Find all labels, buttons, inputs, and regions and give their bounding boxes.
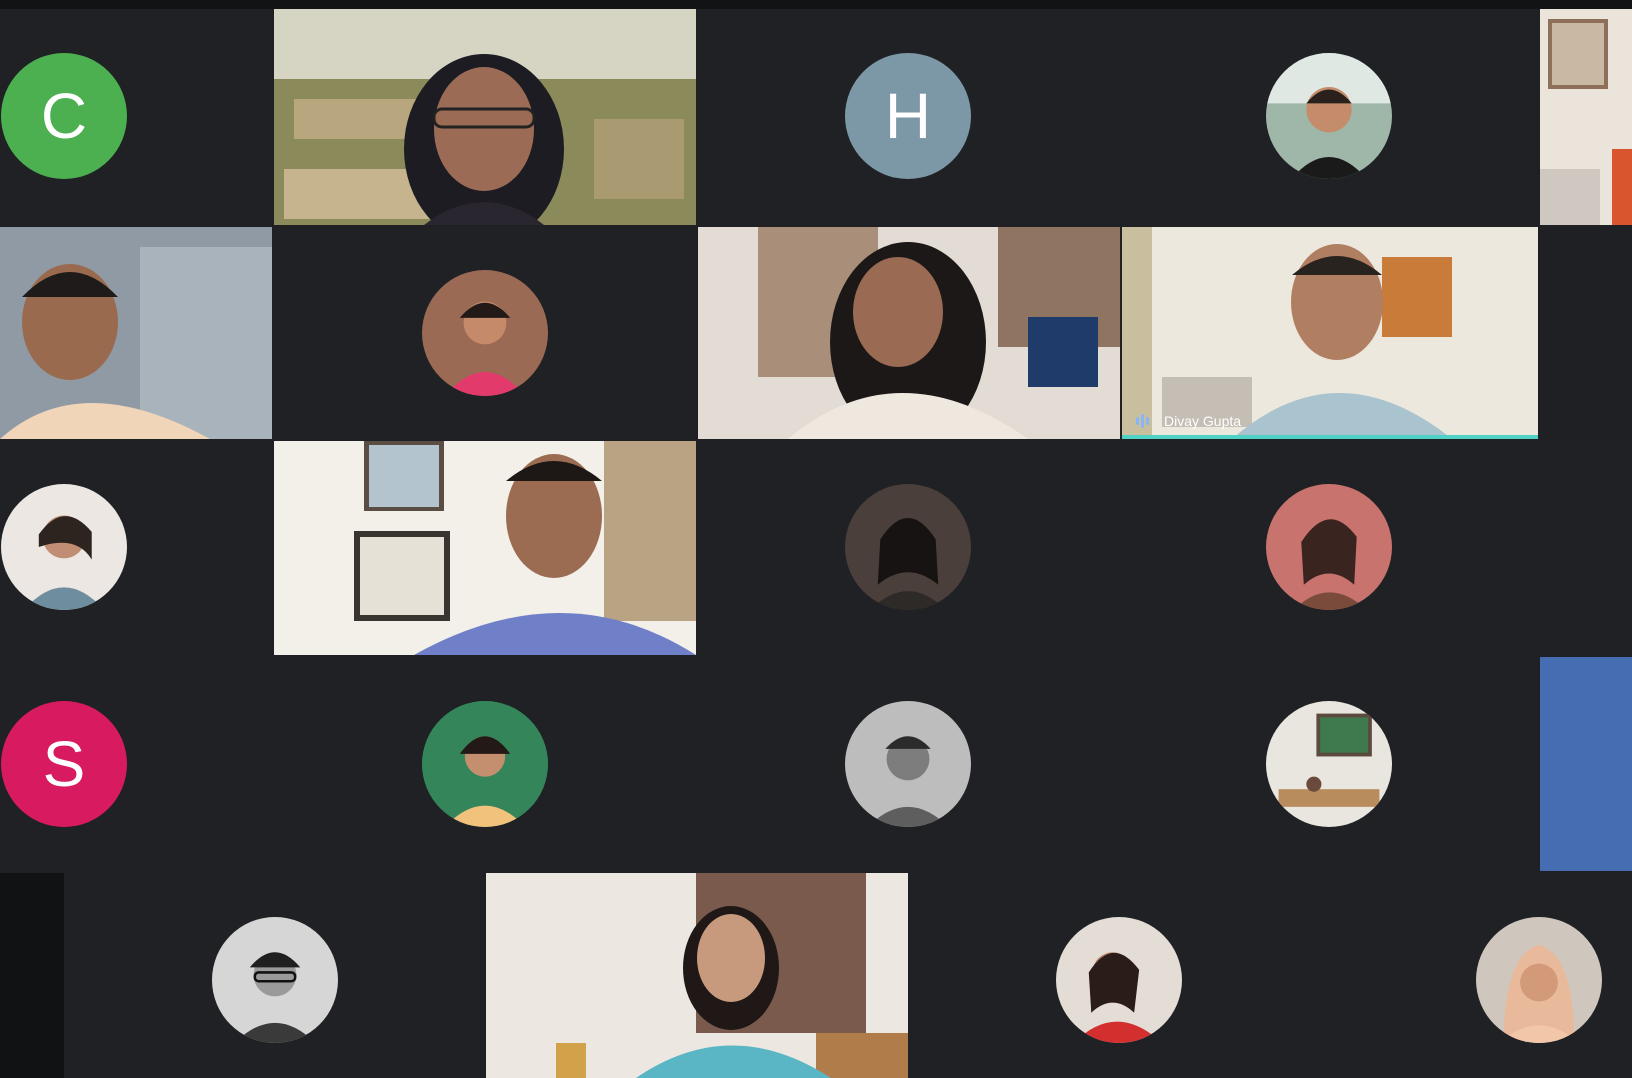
participant-tile-h[interactable]: H xyxy=(698,9,1120,225)
participant-tile-empty[interactable] xyxy=(1540,441,1632,655)
audio-level-icon xyxy=(1136,413,1154,429)
participant-tile-photo[interactable] xyxy=(910,873,1328,1078)
video-feed-painting-background xyxy=(274,9,696,225)
participant-tile-photo[interactable] xyxy=(1122,657,1538,871)
participant-tile-photo[interactable] xyxy=(1122,9,1538,225)
participant-video-tile-partial[interactable] xyxy=(1540,9,1632,225)
participant-video-tile-partial[interactable] xyxy=(1540,657,1632,871)
participant-tile-partial[interactable] xyxy=(0,873,64,1078)
participant-tile-photo[interactable] xyxy=(1330,873,1632,1078)
profile-photo-avatar xyxy=(1266,484,1392,610)
profile-photo-avatar xyxy=(1266,701,1392,827)
profile-photo-avatar xyxy=(845,484,971,610)
profile-photo-avatar xyxy=(1476,917,1602,1043)
participant-tile-photo[interactable] xyxy=(274,227,696,439)
profile-photo-avatar xyxy=(845,701,971,827)
profile-photo-avatar xyxy=(422,270,548,396)
avatar-initial: H xyxy=(845,53,971,179)
speaking-indicator xyxy=(1122,435,1538,439)
participant-video-tile[interactable] xyxy=(698,227,1120,439)
meeting-grid: C H Divay Gupta S xyxy=(0,0,1632,1078)
profile-photo-avatar xyxy=(212,917,338,1043)
speaker-name-label: Divay Gupta xyxy=(1136,413,1241,429)
avatar-initial-letter: C xyxy=(40,80,88,152)
profile-photo-avatar xyxy=(1266,53,1392,179)
participant-tile-photo[interactable] xyxy=(1122,441,1538,655)
avatar-initial-letter: H xyxy=(884,80,932,152)
participant-tile-photo[interactable] xyxy=(698,441,1120,655)
participant-video-tile[interactable] xyxy=(486,873,908,1078)
participant-tile-photo[interactable] xyxy=(698,657,1120,871)
participant-video-tile[interactable] xyxy=(274,441,696,655)
participant-video-tile[interactable] xyxy=(274,9,696,225)
participant-tile-photo[interactable] xyxy=(274,657,696,871)
avatar-initial: S xyxy=(1,701,127,827)
participant-tile-photo[interactable] xyxy=(0,441,272,655)
participant-video-tile[interactable] xyxy=(0,227,272,439)
avatar-initial-letter: S xyxy=(42,728,86,800)
top-strip xyxy=(0,0,1632,9)
profile-photo-avatar xyxy=(1056,917,1182,1043)
avatar-initial: C xyxy=(1,53,127,179)
profile-photo-avatar xyxy=(422,701,548,827)
active-speaker-tile[interactable]: Divay Gupta xyxy=(1122,227,1538,439)
speaker-name: Divay Gupta xyxy=(1164,413,1242,429)
participant-tile-photo[interactable] xyxy=(66,873,484,1078)
participant-tile-c[interactable]: C xyxy=(0,9,272,225)
profile-photo-avatar xyxy=(1,484,127,610)
participant-tile-s[interactable]: S xyxy=(0,657,272,871)
